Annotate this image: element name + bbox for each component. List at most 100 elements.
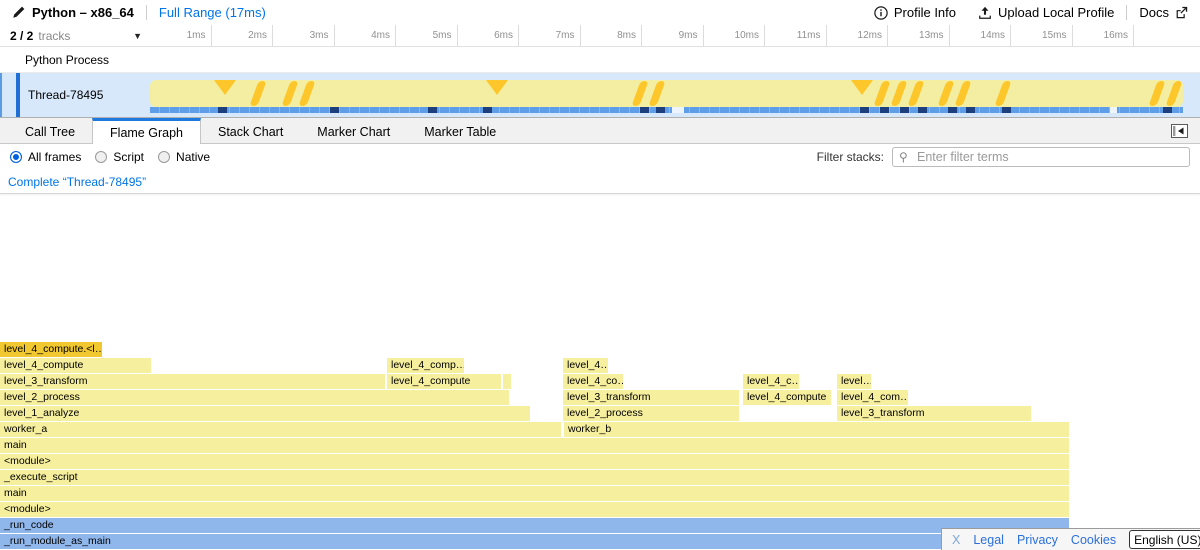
full-range-button[interactable]: Full Range (17ms) [159, 5, 266, 20]
flame-frame[interactable]: level_2_process [563, 406, 739, 421]
cpu-busy-segment [1163, 107, 1172, 113]
tab-flame-graph[interactable]: Flame Graph [92, 118, 201, 144]
flame-frame[interactable]: _run_code [0, 518, 1069, 533]
footer-link-x[interactable]: X [952, 533, 960, 547]
flame-frame[interactable]: level_4_co… [563, 374, 623, 389]
upload-profile-button[interactable]: Upload Local Profile [978, 5, 1114, 20]
cpu-busy-segment [966, 107, 975, 113]
ruler-tick: 9ms [642, 25, 704, 46]
radio-label: Native [176, 150, 210, 164]
tracks-summary: 2 / 2 tracks ▼ [0, 25, 150, 46]
flame-frame[interactable]: level_4… [563, 358, 608, 373]
tab-marker-chart[interactable]: Marker Chart [300, 118, 407, 143]
tab-call-tree[interactable]: Call Tree [8, 118, 92, 143]
flame-frame[interactable] [503, 374, 511, 389]
flame-frame[interactable]: worker_a [0, 422, 561, 437]
tab-marker-table[interactable]: Marker Table [407, 118, 513, 143]
marker-slash [954, 81, 971, 106]
cpu-busy-segment [1002, 107, 1011, 113]
flame-frame[interactable]: level_4_c… [743, 374, 799, 389]
breadcrumb-complete-thread[interactable]: Complete “Thread-78495” [8, 175, 146, 189]
marker-slash [890, 81, 907, 106]
ruler-tick: 11ms [765, 25, 827, 46]
footer-link-legal[interactable]: Legal [973, 533, 1004, 547]
profile-title[interactable]: Python – x86_64 [32, 5, 134, 20]
ruler-tick: 16ms [1073, 25, 1135, 46]
flame-frame[interactable]: level_4_compute [0, 358, 151, 373]
flame-frame[interactable]: worker_b [564, 422, 1069, 437]
flame-frame[interactable]: level… [837, 374, 871, 389]
marker-slash [281, 81, 298, 106]
radio-dot[interactable] [95, 151, 107, 163]
marker-triangle [851, 80, 873, 95]
flame-frame[interactable]: level_2_process [0, 390, 509, 405]
filter-stacks-input[interactable] [892, 147, 1190, 167]
language-select[interactable]: English (US) [1129, 530, 1200, 549]
cpu-busy-segment [900, 107, 909, 113]
cpu-busy-segment [483, 107, 492, 113]
divider [1126, 5, 1127, 20]
marker-triangle [214, 80, 236, 95]
tab-stack-chart[interactable]: Stack Chart [201, 118, 300, 143]
ruler-tick: 5ms [396, 25, 458, 46]
upload-icon [978, 6, 992, 20]
samples-bar[interactable] [150, 107, 1183, 113]
cpu-busy-segment [948, 107, 957, 113]
ruler-tick: 10ms [704, 25, 766, 46]
flame-frame[interactable]: level_4_com… [837, 390, 908, 405]
panel-tab-bar: Call TreeFlame GraphStack ChartMarker Ch… [0, 117, 1200, 144]
marker-slash [249, 81, 266, 106]
ruler-tick: 4ms [335, 25, 397, 46]
cpu-busy-segment [656, 107, 665, 113]
flame-frame[interactable]: main [0, 438, 1069, 453]
selected-track-bar [16, 73, 20, 117]
flame-frame[interactable]: <module> [0, 454, 1069, 469]
frame-filter-radios: All frames Script Native [10, 150, 224, 164]
track-left-accent [0, 73, 2, 117]
footer-bar: X Legal Privacy Cookies English (US) [941, 528, 1200, 550]
flame-frame[interactable]: level_3_transform [837, 406, 1031, 421]
ruler-tick: 8ms [581, 25, 643, 46]
flame-frame[interactable]: level_4_compute.<l… [0, 342, 102, 357]
thread-track[interactable]: Thread-78495 [0, 73, 1200, 117]
radio-label: All frames [28, 150, 81, 164]
radio-dot[interactable] [158, 151, 170, 163]
tracks-dropdown-caret[interactable]: ▼ [133, 31, 142, 41]
activity-graph[interactable] [150, 80, 1183, 107]
edit-pencil-icon[interactable] [12, 6, 25, 19]
timeline-ruler-row: 2 / 2 tracks ▼ 1ms2ms3ms4ms5ms6ms7ms8ms9… [0, 25, 1200, 47]
sample-gap [1110, 107, 1117, 113]
flame-frame[interactable]: <module> [0, 502, 1069, 517]
radio-all-frames[interactable]: All frames [10, 150, 81, 164]
marker-slash [1165, 81, 1182, 106]
footer-link-privacy[interactable]: Privacy [1017, 533, 1058, 547]
sidebar-toggle-button[interactable] [1171, 124, 1188, 138]
ruler-tick: 13ms [888, 25, 950, 46]
flame-frame[interactable]: level_4_compute [387, 374, 501, 389]
flame-frame[interactable]: level_3_transform [563, 390, 739, 405]
flame-frame[interactable]: level_4_comp… [387, 358, 464, 373]
thread-label[interactable]: Thread-78495 [28, 73, 103, 117]
flame-frame[interactable]: level_3_transform [0, 374, 385, 389]
flame-frame[interactable]: _execute_script [0, 470, 1069, 485]
radio-script[interactable]: Script [95, 150, 144, 164]
footer-link-cookies[interactable]: Cookies [1071, 533, 1116, 547]
flame-frame[interactable]: level_4_compute [743, 390, 831, 405]
search-icon: ⚲ [899, 150, 908, 164]
flame-toolbar: All frames Script Native Filter stacks: ⚲ [0, 144, 1200, 170]
profile-info-button[interactable]: Profile Info [874, 5, 956, 20]
flame-frame[interactable]: _run_module_as_main [0, 534, 1069, 549]
ruler-tick: 14ms [950, 25, 1012, 46]
marker-slash [907, 81, 924, 106]
flame-frame[interactable]: main [0, 486, 1069, 501]
marker-slash [298, 81, 315, 106]
cpu-busy-segment [880, 107, 889, 113]
flame-graph-canvas[interactable]: level_4_compute.<l…level_4_computelevel_… [0, 196, 1200, 550]
radio-native[interactable]: Native [158, 150, 210, 164]
ruler-tick: 2ms [212, 25, 274, 46]
flame-frame[interactable]: level_1_analyze [0, 406, 530, 421]
filter-stacks-label: Filter stacks: [817, 150, 884, 164]
radio-dot[interactable] [10, 151, 22, 163]
process-track-header[interactable]: Python Process [0, 47, 1200, 73]
docs-link[interactable]: Docs [1139, 5, 1188, 20]
